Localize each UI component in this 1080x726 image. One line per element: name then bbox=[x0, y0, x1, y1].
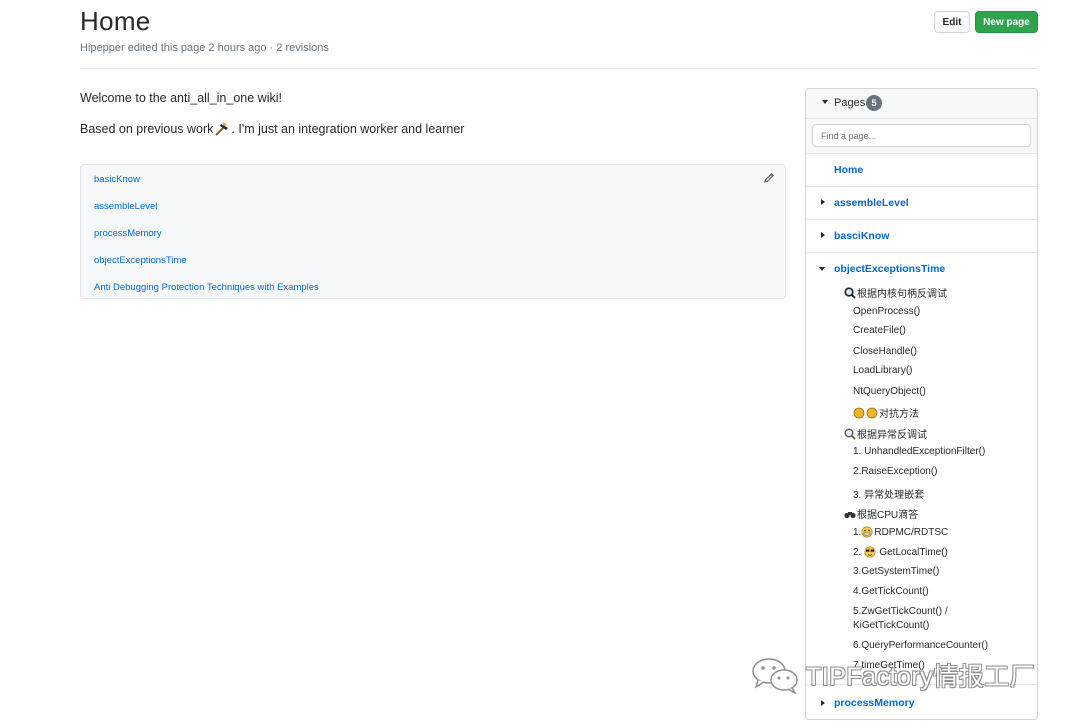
toc-item-countermeasures[interactable]: 对抗方法 bbox=[853, 405, 919, 420]
pencil-icon[interactable] bbox=[763, 172, 775, 184]
toc-item[interactable]: CloseHandle() bbox=[853, 346, 917, 357]
toc-item[interactable]: 6.QueryPerformanceCounter() bbox=[853, 640, 988, 651]
toc-item[interactable]: 5.ZwGetTickCount() / KiGetTickCount() bbox=[853, 605, 1023, 633]
sidebar-item-objectexceptionstime: objectExceptionsTime 根据内核句柄反调试 OpenProce… bbox=[806, 253, 1037, 685]
find-page-input[interactable] bbox=[812, 124, 1031, 147]
sidebar-item-label[interactable]: processMemory bbox=[834, 697, 915, 709]
caret-down-icon bbox=[822, 100, 828, 104]
toc-heading-exception[interactable]: 根据异常反调试 bbox=[844, 426, 927, 441]
watermark-text: TIPFactory情报工厂 bbox=[806, 663, 1036, 691]
toc-item-number: 2. bbox=[853, 546, 862, 558]
intro-text-after: . I'm just an integration worker and lea… bbox=[231, 122, 465, 136]
sidebar-item-home[interactable]: Home bbox=[806, 154, 1037, 187]
link-anti-debugging[interactable]: Anti Debugging Protection Techniques wit… bbox=[94, 282, 319, 293]
intro-text-before: Based on previous work bbox=[80, 122, 214, 136]
intro-text: Based on previous work . I'm just an int… bbox=[80, 122, 464, 136]
sidebar-item-assemblelevel[interactable]: assembleLevel bbox=[806, 187, 1037, 220]
page-meta: Hipepper edited this page 2 hours ago · … bbox=[80, 42, 329, 54]
sidebar-item-basciknow[interactable]: basciKnow bbox=[806, 220, 1037, 253]
pages-sidebar: Pages 5 Home assembleLevel basciKnow obj… bbox=[805, 88, 1038, 720]
wiki-links-box: basicKnow assembleLevel processMemory ob… bbox=[80, 164, 786, 299]
grimace-face-icon bbox=[861, 526, 873, 538]
page-title: Home bbox=[80, 6, 151, 36]
sidebar-item-label[interactable]: objectExceptionsTime bbox=[834, 263, 945, 275]
toc-heading-text: 根据内核句柄反调试 bbox=[857, 289, 947, 300]
toc-item-number: 1. bbox=[853, 526, 862, 538]
binoculars-icon bbox=[844, 511, 856, 518]
caret-right-icon[interactable] bbox=[821, 232, 825, 238]
pages-count-badge: 5 bbox=[866, 95, 882, 111]
toc-heading-text: 根据异常反调试 bbox=[857, 430, 927, 441]
toc-item[interactable]: 4.GetTickCount() bbox=[853, 586, 929, 597]
watermark: TIPFactory情报工厂 bbox=[750, 656, 1035, 694]
toc-item-getlocaltime[interactable]: 2. GetLocalTime() bbox=[853, 546, 948, 558]
sidebar-item-label[interactable]: basciKnow bbox=[834, 230, 889, 242]
caret-right-icon[interactable] bbox=[821, 700, 825, 706]
sidebar-item-label[interactable]: Home bbox=[834, 164, 863, 176]
toc-heading-kernel-handle[interactable]: 根据内核句柄反调试 bbox=[844, 285, 947, 300]
beer-mug-icon bbox=[866, 407, 878, 418]
wechat-icon bbox=[752, 658, 798, 694]
toc-item[interactable]: 3.GetSystemTime() bbox=[853, 566, 939, 577]
magnifier-icon bbox=[844, 428, 856, 440]
caret-right-icon[interactable] bbox=[821, 199, 825, 205]
hammer-pick-icon bbox=[215, 122, 229, 136]
magnifier-icon bbox=[844, 286, 856, 299]
toc-item-rdpmc[interactable]: 1. RDPMC/RDTSC bbox=[853, 526, 948, 538]
toc-item[interactable]: 3. 异常处理嵌套 bbox=[853, 486, 924, 501]
search-area bbox=[806, 119, 1037, 154]
link-processmemory[interactable]: processMemory bbox=[94, 228, 162, 239]
link-objectexceptionstime[interactable]: objectExceptionsTime bbox=[94, 255, 187, 266]
new-page-button[interactable]: New page bbox=[975, 11, 1038, 33]
beer-mug-icon bbox=[853, 407, 865, 418]
toc-item[interactable]: NtQueryObject() bbox=[853, 386, 926, 397]
toc-heading-text: 根据CPU滴答 bbox=[857, 510, 919, 521]
toc-item[interactable]: 1. UnhandledExceptionFilter() bbox=[853, 446, 985, 457]
caret-down-icon[interactable] bbox=[819, 267, 825, 271]
welcome-text: Welcome to the anti_all_in_one wiki! bbox=[80, 91, 282, 105]
header-divider bbox=[80, 68, 1038, 69]
toc-heading-cpu-tick[interactable]: 根据CPU滴答 bbox=[844, 506, 918, 521]
toc-item-text: RDPMC/RDTSC bbox=[874, 526, 949, 538]
toc-item[interactable]: CreateFile() bbox=[853, 325, 906, 336]
toc-item[interactable]: LoadLibrary() bbox=[853, 365, 912, 376]
pages-title: Pages bbox=[834, 97, 866, 109]
pages-header[interactable]: Pages 5 bbox=[806, 89, 1037, 119]
link-assemblelevel[interactable]: assembleLevel bbox=[94, 201, 157, 212]
toc-item-text: 对抗方法 bbox=[879, 409, 919, 420]
sidebar-item-label[interactable]: assembleLevel bbox=[834, 197, 909, 209]
sunglasses-face-icon bbox=[864, 546, 876, 558]
link-basicknow[interactable]: basicKnow bbox=[94, 174, 140, 185]
toc-item[interactable]: OpenProcess() bbox=[853, 306, 920, 317]
toc-item[interactable]: 2.RaiseException() bbox=[853, 466, 937, 477]
edit-button[interactable]: Edit bbox=[934, 11, 970, 33]
toc-item-text: GetLocalTime() bbox=[879, 546, 948, 558]
